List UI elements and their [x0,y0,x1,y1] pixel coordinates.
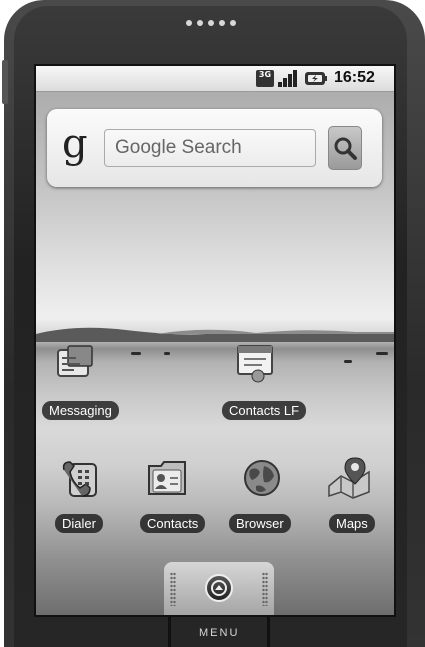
menu-key-label: MENU [199,627,240,639]
wallpaper-rock [344,360,352,363]
app-label-dialer: Dialer [55,514,103,533]
app-label-contacts: Contacts [140,514,206,533]
app-label-maps: Maps [329,514,375,533]
speaker-grille [186,20,236,26]
browser-icon [244,460,280,496]
app-label-messaging: Messaging [42,401,119,420]
status-time: 16:52 [334,69,375,86]
dialer-icon [62,461,97,497]
status-bar[interactable]: 3G 16:52 [36,66,394,92]
contacts-lf-icon [237,345,273,383]
contacts-icon [148,461,186,495]
wallpaper-hills [36,327,394,342]
dock-grip-left [170,572,176,606]
google-logo: g [62,121,88,167]
battery-icon [305,72,327,85]
launcher-arrow-icon [211,580,227,596]
search-input[interactable] [104,129,316,167]
wallpaper-rock [164,352,170,355]
app-label-contacts-lf: Contacts LF [222,401,307,420]
wallpaper-rock [131,352,141,355]
launcher-dock[interactable] [164,562,274,615]
side-button[interactable] [2,60,8,104]
app-label-browser: Browser [229,514,291,533]
signal-icon [278,70,298,87]
google-search-widget[interactable]: g [47,109,382,187]
home-screen: 3G 16:52 g Messaging [34,64,396,617]
messaging-icon [57,345,93,377]
search-icon [334,137,357,160]
dock-grip-right [262,572,268,606]
search-button[interactable] [328,126,362,170]
3g-icon: 3G [256,70,274,87]
app-drawer-button[interactable] [205,574,233,602]
wallpaper-rock [376,352,388,355]
maps-icon [328,457,370,499]
